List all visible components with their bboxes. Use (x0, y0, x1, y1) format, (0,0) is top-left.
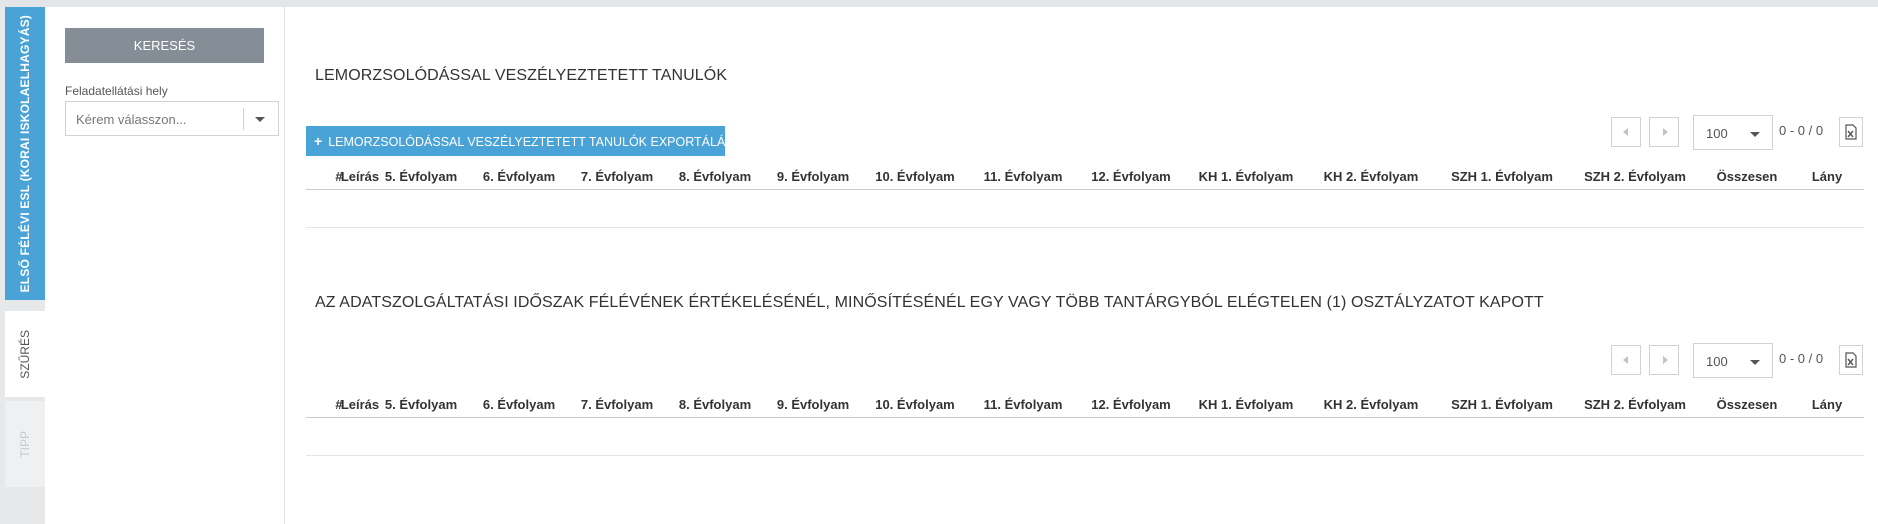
page-range: 0 - 0 / 0 (1779, 123, 1824, 138)
col-kh-2: KH 2. Évfolyam (1323, 397, 1419, 412)
col-grade-5: 5. Évfolyam (384, 169, 458, 184)
col-szh-1: SZH 1. Évfolyam (1451, 169, 1553, 184)
page-size-value: 100 (1706, 126, 1728, 141)
tab-tip[interactable]: TIPP (5, 401, 45, 487)
table-empty-row-line (306, 227, 1864, 228)
excel-export-button[interactable] (1839, 345, 1863, 375)
col-kh-1: KH 1. Évfolyam (1198, 169, 1294, 184)
site-select[interactable]: Kérem válasszon... (65, 101, 279, 136)
tab-esl-label: ELSŐ FÉLÉVI ESL (KORAI ISKOLAELHAGYÁS) (18, 14, 32, 293)
col-grade-10: 10. Évfolyam (875, 169, 955, 184)
col-grade-8: 8. Évfolyam (678, 169, 752, 184)
chevron-down-icon (255, 117, 265, 122)
section-title: LEMORZSOLÓDÁSSAL VESZÉLYEZTETETT TANULÓK (315, 67, 728, 84)
col-kh-2: KH 2. Évfolyam (1323, 169, 1419, 184)
chevron-left-icon (1623, 128, 1628, 136)
col-grade-9: 9. Évfolyam (776, 169, 850, 184)
col-szh-1: SZH 1. Évfolyam (1451, 397, 1553, 412)
col-grade-8: 8. Évfolyam (678, 397, 752, 412)
col-grade-11: 11. Évfolyam (983, 397, 1063, 412)
page-size-select[interactable]: 100 (1693, 343, 1773, 378)
col-grade-6: 6. Évfolyam (482, 397, 556, 412)
col-szh-2: SZH 2. Évfolyam (1584, 169, 1686, 184)
col-szh-2: SZH 2. Évfolyam (1584, 397, 1686, 412)
top-bar (0, 0, 1878, 7)
col-grade-12: 12. Évfolyam (1091, 397, 1171, 412)
col-grade-9: 9. Évfolyam (776, 397, 850, 412)
prev-page-button[interactable] (1611, 117, 1641, 147)
col-kh-1: KH 1. Évfolyam (1198, 397, 1294, 412)
main-content: LEMORZSOLÓDÁSSAL VESZÉLYEZTETETT TANULÓK… (285, 7, 1878, 524)
section-title: AZ ADATSZOLGÁLTATÁSI IDŐSZAK FÉLÉVÉNEK É… (315, 294, 1544, 311)
plus-icon: + (314, 133, 323, 149)
export-button[interactable]: + LEMORZSOLÓDÁSSAL VESZÉLYEZTETETT TANULÓ… (306, 126, 742, 156)
chevron-down-icon (1750, 132, 1760, 137)
col-total: Összesen (1716, 169, 1778, 184)
table-header: # Leírás 5. Évfolyam 6. Évfolyam 7. Évfo… (306, 166, 1864, 190)
col-description: Leírás (340, 397, 380, 412)
chevron-right-icon (1663, 356, 1668, 364)
excel-export-button[interactable] (1839, 117, 1863, 147)
vertical-tabs: ELSŐ FÉLÉVI ESL (KORAI ISKOLAELHAGYÁS) S… (0, 7, 45, 524)
table-header: # Leírás 5. Évfolyam 6. Évfolyam 7. Évfo… (306, 394, 1864, 418)
chevron-left-icon (1623, 356, 1628, 364)
section-failing-grade: AZ ADATSZOLGÁLTATÁSI IDŐSZAK FÉLÉVÉNEK É… (285, 237, 1878, 524)
site-select-placeholder: Kérem válasszon... (76, 112, 187, 127)
select-divider (243, 108, 244, 130)
table-empty-row-line (306, 455, 1864, 456)
section-at-risk: LEMORZSOLÓDÁSSAL VESZÉLYEZTETETT TANULÓK… (285, 7, 1878, 237)
col-girls: Lány (1811, 169, 1843, 184)
tab-tip-label: TIPP (18, 430, 32, 458)
col-total: Összesen (1716, 397, 1778, 412)
col-grade-12: 12. Évfolyam (1091, 169, 1171, 184)
tab-esl[interactable]: ELSŐ FÉLÉVI ESL (KORAI ISKOLAELHAGYÁS) (5, 7, 45, 300)
prev-page-button[interactable] (1611, 345, 1641, 375)
tab-filter[interactable]: SZŰRÉS (5, 311, 45, 397)
col-grade-5: 5. Évfolyam (384, 397, 458, 412)
col-grade-6: 6. Évfolyam (482, 169, 556, 184)
col-grade-11: 11. Évfolyam (983, 169, 1063, 184)
search-button[interactable]: KERESÉS (65, 28, 264, 63)
col-description: Leírás (340, 169, 380, 184)
col-grade-7: 7. Évfolyam (580, 397, 654, 412)
col-grade-7: 7. Évfolyam (580, 169, 654, 184)
filter-panel: KERESÉS Feladatellátási hely Kérem válas… (45, 7, 285, 524)
next-page-button[interactable] (1649, 345, 1679, 375)
col-grade-10: 10. Évfolyam (875, 397, 955, 412)
page-range: 0 - 0 / 0 (1779, 351, 1824, 366)
next-page-button[interactable] (1649, 117, 1679, 147)
export-button-label: LEMORZSOLÓDÁSSAL VESZÉLYEZTETETT TANULÓK… (328, 135, 742, 149)
col-girls: Lány (1811, 397, 1843, 412)
excel-export-icon (1845, 124, 1857, 140)
page-size-value: 100 (1706, 354, 1728, 369)
site-label: Feladatellátási hely (65, 84, 168, 98)
chevron-down-icon (1750, 360, 1760, 365)
excel-export-icon (1845, 352, 1857, 368)
tab-filter-label: SZŰRÉS (18, 329, 32, 379)
chevron-right-icon (1663, 128, 1668, 136)
page-size-select[interactable]: 100 (1693, 115, 1773, 150)
